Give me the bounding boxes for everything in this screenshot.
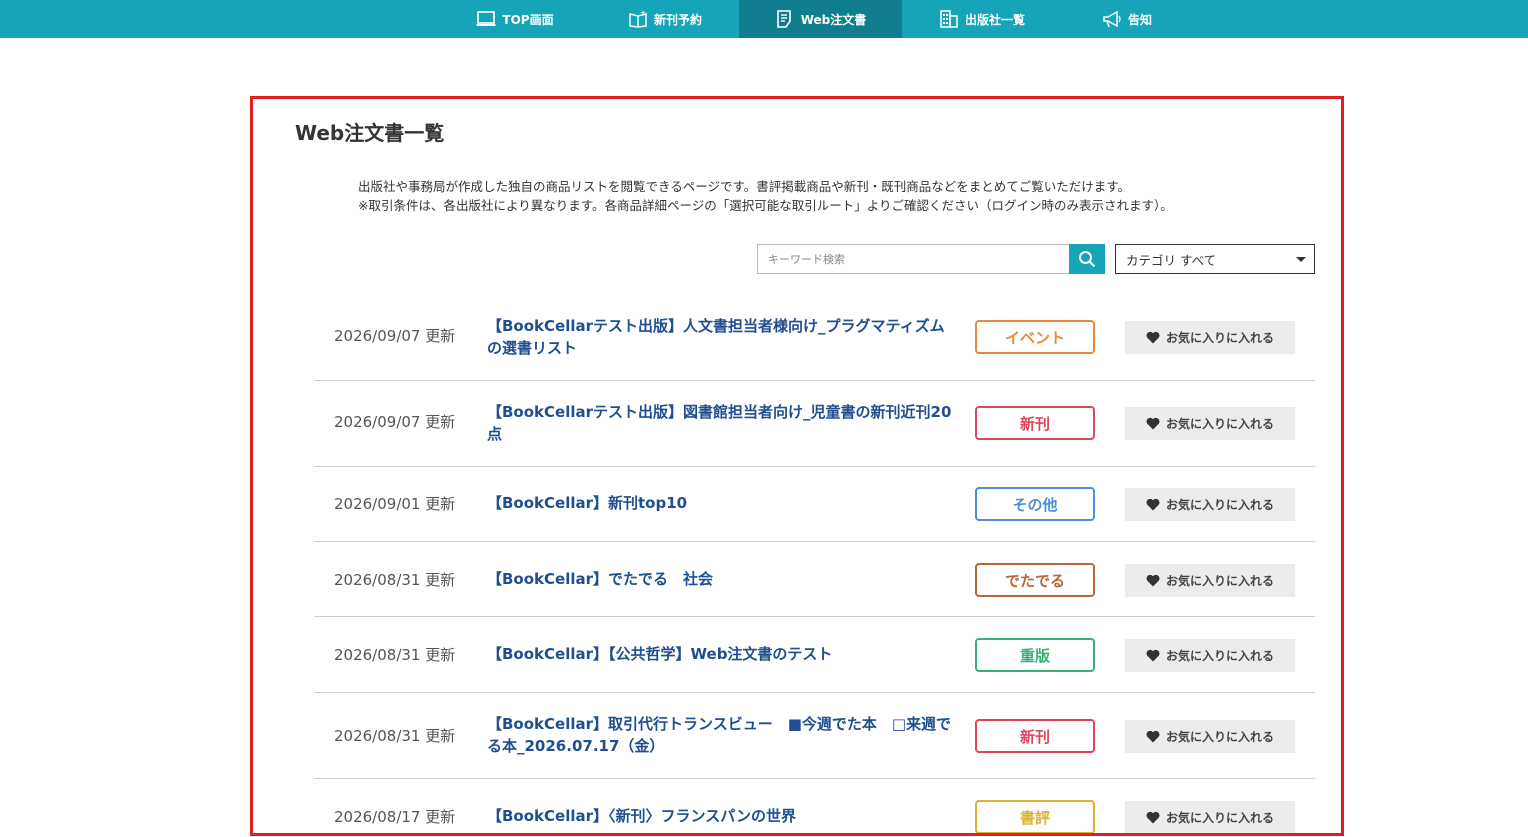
order-title-link[interactable]: 【BookCellar】【公共哲学】Web注文書のテスト [487,643,952,665]
heart-icon [1146,331,1160,344]
add-favorite-button[interactable]: お気に入りに入れる [1125,801,1295,833]
category-selected-value: カテゴリ すべて [1126,252,1217,268]
category-tag: 重版 [975,638,1095,672]
top-nav: TOP画面 新刊予約 Web注文書 出版社一覧 告知 [0,0,1528,38]
heart-icon [1146,417,1160,430]
list-item: 2026/08/31 更新 【BookCellar】取引代行トランスビュー ■今… [314,693,1315,779]
add-favorite-button[interactable]: お気に入りに入れる [1125,488,1295,521]
caret-down-icon [1296,257,1306,262]
megaphone-icon [1103,10,1121,28]
nav-item-label: Web注文書 [800,12,867,27]
heart-icon [1146,498,1160,511]
favorite-label: お気に入りに入れる [1165,730,1274,744]
category-tag: 書評 [975,800,1095,833]
order-title-link[interactable]: 【BookCellarテスト出版】図書館担当者向け_児童書の新刊近刊20点 [487,401,952,445]
category-select[interactable]: カテゴリ すべて [1115,244,1315,274]
add-favorite-button[interactable]: お気に入りに入れる [1125,564,1295,597]
add-favorite-button[interactable]: お気に入りに入れる [1125,720,1295,753]
search-input[interactable] [758,245,1069,273]
favorite-label: お気に入りに入れる [1165,649,1274,663]
updated-date: 2026/08/31 更新 [334,646,456,664]
order-title-link[interactable]: 【BookCellarテスト出版】人文書担当者様向け_プラグマティズムの選書リス… [487,315,952,359]
updated-date: 2026/08/17 更新 [334,808,456,826]
order-title-link[interactable]: 【BookCellar】取引代行トランスビュー ■今週でた本 □来週でる本_20… [487,713,952,757]
list-item: 2026/08/31 更新 【BookCellar】でたでる 社会 でたでる お… [314,542,1315,617]
order-title-link[interactable]: 【BookCellar】新刊top10 [487,492,952,514]
list-item: 2026/09/01 更新 【BookCellar】新刊top10 その他 お気… [314,467,1315,542]
book-sparkle-icon [629,10,647,28]
monitor-icon [476,11,496,26]
page-title: Web注文書一覧 [295,121,445,145]
heart-icon [1146,574,1160,587]
updated-date: 2026/09/01 更新 [334,495,456,513]
add-favorite-button[interactable]: お気に入りに入れる [1125,321,1295,354]
category-tag: イベント [975,320,1095,354]
search-button[interactable] [1069,244,1105,274]
nav-item-label: TOP画面 [502,12,554,27]
list-item: 2026/08/31 更新 【BookCellar】【公共哲学】Web注文書のテ… [314,617,1315,693]
nav-item-label: 告知 [1127,12,1152,27]
building-icon [940,10,958,28]
page-description: 出版社や事務局が作成した独自の商品リストを閲覧できるページです。書評掲載商品や新… [358,177,1173,215]
order-title-link[interactable]: 【BookCellar】でたでる 社会 [487,568,952,590]
search-icon [1079,251,1096,268]
add-favorite-button[interactable]: お気に入りに入れる [1125,639,1295,672]
category-tag: でたでる [975,563,1095,597]
category-tag: その他 [975,487,1095,521]
updated-date: 2026/08/31 更新 [334,571,456,589]
heart-icon [1146,811,1160,824]
add-favorite-button[interactable]: お気に入りに入れる [1125,407,1295,440]
favorite-label: お気に入りに入れる [1165,417,1274,431]
nav-item-label: 新刊予約 [653,12,702,27]
list-item: 2026/09/07 更新 【BookCellarテスト出版】図書館担当者向け_… [314,381,1315,467]
document-icon [776,10,791,28]
order-title-link[interactable]: 【BookCellar】〈新刊〉フランスパンの世界 [487,805,952,827]
category-tag: 新刊 [975,406,1095,440]
favorite-label: お気に入りに入れる [1165,574,1274,588]
nav-item-announcements[interactable]: 告知 [1062,0,1192,38]
list-item: 2026/08/17 更新 【BookCellar】〈新刊〉フランスパンの世界 … [314,779,1315,833]
order-list-panel: Web注文書一覧 出版社や事務局が作成した独自の商品リストを閲覧できるページです… [250,96,1344,836]
updated-date: 2026/08/31 更新 [334,727,456,745]
updated-date: 2026/09/07 更新 [334,327,456,345]
favorite-label: お気に入りに入れる [1165,811,1274,825]
nav-item-label: 出版社一覧 [964,12,1025,27]
heart-icon [1146,730,1160,743]
updated-date: 2026/09/07 更新 [334,413,456,431]
favorite-label: お気に入りに入れる [1165,498,1274,512]
description-line: 出版社や事務局が作成した独自の商品リストを閲覧できるページです。書評掲載商品や新… [358,179,1131,194]
favorite-label: お気に入りに入れる [1165,331,1274,345]
nav-item-top[interactable]: TOP画面 [440,0,590,38]
category-tag: 新刊 [975,719,1095,753]
nav-item-publishers[interactable]: 出版社一覧 [902,0,1062,38]
nav-item-web-order[interactable]: Web注文書 [739,0,902,38]
search-field [757,244,1070,274]
nav-item-new-reservation[interactable]: 新刊予約 [590,0,740,38]
description-line: ※取引条件は、各出版社により異なります。各商品詳細ページの「選択可能な取引ルート… [358,198,1173,213]
heart-icon [1146,649,1160,662]
list-item: 2026/09/07 更新 【BookCellarテスト出版】人文書担当者様向け… [314,295,1315,381]
